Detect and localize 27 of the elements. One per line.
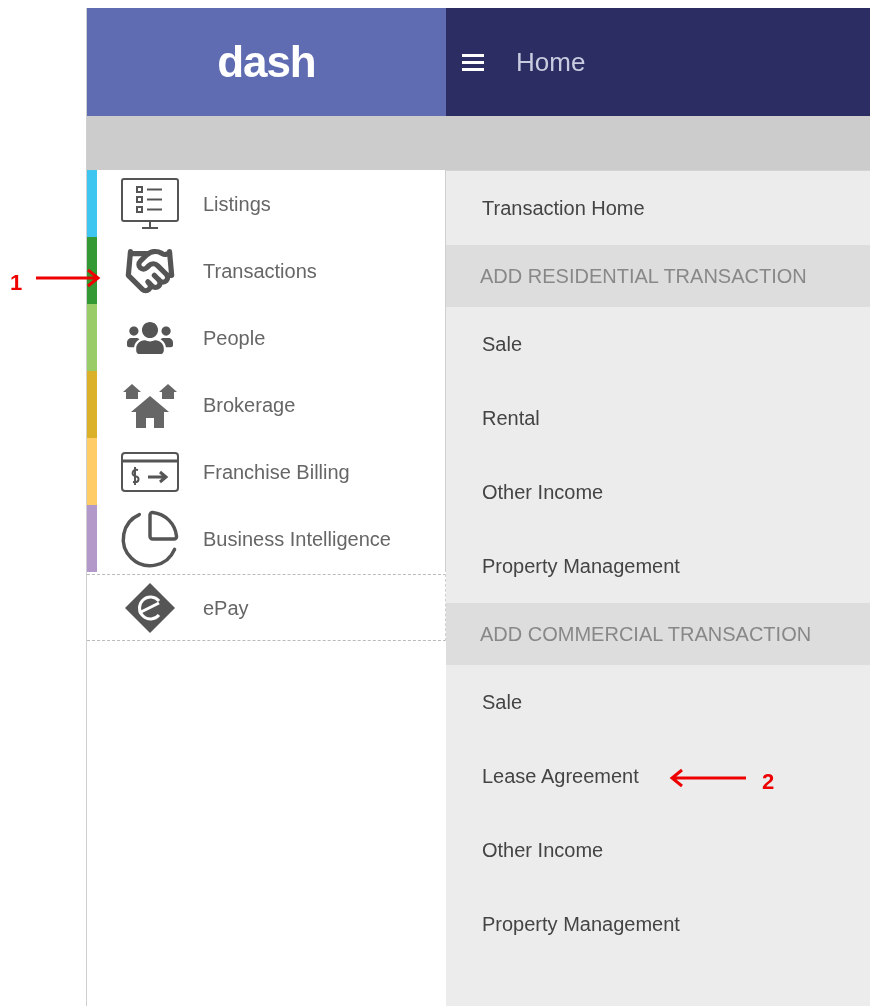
submenu-item[interactable]: Lease Agreement [474,757,647,795]
billing-card-icon [120,450,180,493]
menu-icon[interactable] [462,53,484,71]
submenu-item[interactable]: Sale [474,325,531,363]
list-monitor-icon [120,176,180,231]
submenu-item[interactable]: Rental [474,399,548,437]
submenu-item[interactable]: Other Income [474,473,612,511]
sidebar-item[interactable]: Listings [87,170,446,237]
submenu-item[interactable]: Property Management [474,905,688,943]
annotation-number: 2 [762,768,775,796]
submenu-item[interactable]: Sale [474,683,531,721]
annotation-number: 1 [10,269,23,297]
sidebar-item[interactable]: Transactions [87,237,446,304]
sidebar-item[interactable]: Franchise Billing [87,438,446,505]
section-header: ADD RESIDENTIAL TRANSACTION [446,245,870,307]
section-header: ADD COMMERCIAL TRANSACTION [446,603,870,665]
submenu-item[interactable]: Other Income [474,831,612,869]
sidebar-item[interactable]: Brokerage [87,371,446,438]
annotation-arrow [34,268,102,288]
page-title: Home [516,45,586,79]
sidebar-item[interactable]: People [87,304,446,371]
submenu-item[interactable]: Transaction Home [474,189,653,227]
logo: dash [217,36,316,88]
sidebar-item[interactable]: Business Intelligence [87,505,446,572]
epay-diamond-icon [123,580,177,635]
submenu-item[interactable]: Property Management [474,547,688,585]
houses-icon [121,381,179,428]
